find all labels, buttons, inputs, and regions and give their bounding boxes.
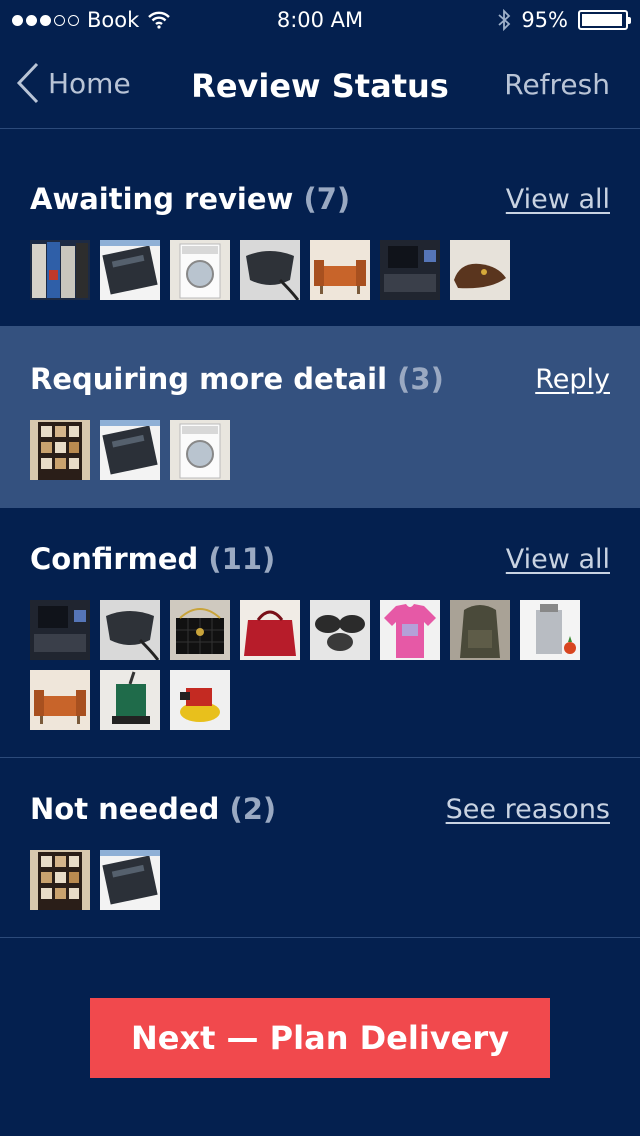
item-thumbnail-sofa[interactable] <box>310 240 370 300</box>
thumbnail-row <box>30 240 610 300</box>
item-thumbnail-pucks[interactable] <box>310 600 370 660</box>
section-confirmed: Confirmed (11) View all <box>0 508 640 758</box>
item-thumbnail-shelf[interactable] <box>30 850 90 910</box>
section-count: (7) <box>303 182 351 216</box>
see-reasons-link[interactable]: See reasons <box>446 794 610 825</box>
section-not-needed: Not needed (2) See reasons <box>0 758 640 938</box>
item-thumbnail-xbox[interactable] <box>100 420 160 480</box>
item-thumbnail-bike-seat[interactable] <box>240 240 300 300</box>
item-thumbnail-red-bag[interactable] <box>240 600 300 660</box>
item-thumbnail-juicer[interactable] <box>520 600 580 660</box>
item-thumbnail-washer[interactable] <box>170 240 230 300</box>
section-title: Confirmed (11) <box>30 542 276 576</box>
section-requiring-detail: Requiring more detail (3) Reply <box>0 326 640 508</box>
item-thumbnail-washer[interactable] <box>170 420 230 480</box>
item-thumbnail-shelf[interactable] <box>30 420 90 480</box>
item-thumbnail-chanel-bag[interactable] <box>170 600 230 660</box>
item-thumbnail-keyboard[interactable] <box>380 240 440 300</box>
section-title: Not needed (2) <box>30 792 277 826</box>
item-thumbnail-bike-seat[interactable] <box>100 600 160 660</box>
section-awaiting-review: Awaiting review (7) View all <box>0 128 640 326</box>
item-thumbnail-floor-scrubber[interactable] <box>100 670 160 730</box>
item-thumbnail-shoes[interactable] <box>450 240 510 300</box>
item-thumbnail-sofa[interactable] <box>30 670 90 730</box>
item-thumbnail-xbox[interactable] <box>100 240 160 300</box>
section-title: Requiring more detail (3) <box>30 362 444 396</box>
item-thumbnail-polisher[interactable] <box>170 670 230 730</box>
thumbnail-row <box>30 420 610 480</box>
item-thumbnail-books[interactable] <box>30 240 90 300</box>
view-all-link[interactable]: View all <box>506 184 610 215</box>
navigation-bar: Home Review Status Refresh <box>0 40 640 129</box>
battery-icon <box>578 10 631 30</box>
back-label: Home <box>48 66 131 100</box>
reply-link[interactable]: Reply <box>535 364 610 395</box>
chevron-left-icon <box>16 62 39 104</box>
item-thumbnail-xbox[interactable] <box>100 850 160 910</box>
thumbnail-row <box>30 850 610 910</box>
status-bar: Book 8:00 AM 95% <box>0 0 640 40</box>
thumbnail-grid <box>30 600 610 730</box>
next-plan-delivery-button[interactable]: Next — Plan Delivery <box>90 998 550 1078</box>
section-count: (3) <box>397 362 444 396</box>
section-count: (2) <box>229 792 277 826</box>
item-thumbnail-keyboard[interactable] <box>30 600 90 660</box>
refresh-button[interactable]: Refresh <box>504 68 610 101</box>
battery-percent: 95% <box>521 8 568 32</box>
view-all-link[interactable]: View all <box>506 544 610 575</box>
battery-fill <box>582 14 622 26</box>
item-thumbnail-pink-shirt[interactable] <box>380 600 440 660</box>
status-right: 95% <box>497 8 631 32</box>
section-count: (11) <box>208 542 276 576</box>
section-title: Awaiting review (7) <box>30 182 351 216</box>
item-thumbnail-backpack[interactable] <box>450 600 510 660</box>
bluetooth-icon <box>498 9 511 31</box>
back-button[interactable]: Home <box>16 62 131 104</box>
